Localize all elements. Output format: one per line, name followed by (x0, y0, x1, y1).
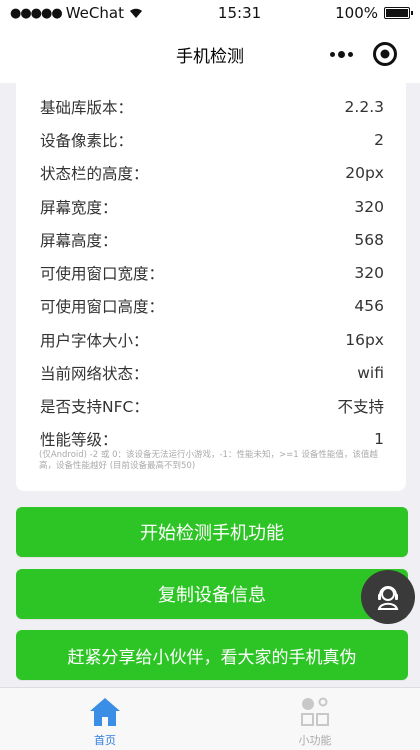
info-label: 用户字体大小： (40, 332, 149, 350)
info-value: 不支持 (337, 398, 384, 416)
info-value: 2 (374, 131, 384, 149)
info-row: 屏幕高度： 568 (40, 228, 384, 252)
performance-note: (仅Android) -2 或 0：该设备无法运行小游戏，-1：性能未知，>=1… (39, 450, 378, 471)
info-label: 基础库版本： (40, 99, 134, 117)
wifi-icon (129, 8, 142, 18)
home-icon (90, 698, 120, 726)
info-value: 16px (345, 331, 384, 349)
info-row: 当前网络状态： wifi (40, 361, 384, 385)
close-miniprogram-icon[interactable] (372, 41, 398, 67)
info-label: 屏幕宽度： (40, 199, 118, 217)
info-label: 是否支持NFC： (40, 398, 149, 416)
carrier-label: WeChat (65, 4, 124, 22)
status-right: 100% (335, 4, 413, 22)
info-label: 性能等级： (40, 431, 118, 449)
nav-bar: 手机检测 (0, 26, 420, 83)
more-menu-icon[interactable] (322, 44, 360, 64)
info-row: 状态栏的高度： 20px (40, 161, 384, 185)
info-value: 320 (354, 198, 384, 216)
tools-grid-icon (301, 697, 329, 726)
share-button[interactable]: 赶紧分享给小伙伴，看大家的手机真伪 (16, 630, 408, 680)
info-label: 屏幕高度： (40, 232, 118, 250)
status-bar: ●●●●● WeChat 15:31 100% (0, 0, 420, 26)
info-row: 设备像素比： 2 (40, 128, 384, 152)
info-row: 可使用窗口高度： 456 (40, 294, 384, 318)
customer-service-button[interactable] (361, 570, 415, 624)
info-value: 1 (374, 430, 384, 448)
customer-service-icon (377, 586, 399, 610)
battery-percent: 100% (335, 4, 378, 22)
info-value: 568 (354, 231, 384, 249)
page-title: 手机检测 (176, 47, 244, 67)
info-value: 2.2.3 (344, 98, 384, 116)
device-info-card: 基础库版本： 2.2.3 设备像素比： 2 状态栏的高度： 20px 屏幕宽度：… (16, 83, 406, 491)
tab-bar: 首页 小功能 (0, 687, 420, 750)
info-row: 性能等级： 1 (40, 427, 384, 451)
start-test-button[interactable]: 开始检测手机功能 (16, 507, 408, 557)
battery-icon (384, 7, 413, 19)
info-row: 屏幕宽度： 320 (40, 195, 384, 219)
tab-home-label: 首页 (94, 734, 116, 747)
info-row: 是否支持NFC： 不支持 (40, 394, 384, 418)
info-value: 20px (345, 164, 384, 182)
tab-tools-label: 小功能 (298, 734, 332, 747)
battery-level (386, 9, 408, 17)
status-left: ●●●●● WeChat (10, 4, 144, 22)
info-value: wifi (357, 364, 384, 382)
info-label: 状态栏的高度： (40, 165, 149, 183)
info-label: 设备像素比： (40, 132, 134, 150)
status-time: 15:31 (217, 4, 262, 22)
info-value: 456 (354, 297, 384, 315)
copy-info-button[interactable]: 复制设备信息 (16, 569, 408, 619)
info-label: 可使用窗口宽度： (40, 265, 165, 283)
info-row: 可使用窗口宽度： 320 (40, 261, 384, 285)
info-row: 基础库版本： 2.2.3 (40, 95, 384, 119)
signal-icon: ●●●●● (10, 5, 63, 21)
info-value: 320 (354, 264, 384, 282)
info-label: 当前网络状态： (40, 365, 149, 383)
tab-home[interactable]: 首页 (0, 688, 210, 750)
tab-tools[interactable]: 小功能 (210, 688, 420, 750)
info-label: 可使用窗口高度： (40, 298, 165, 316)
info-row: 用户字体大小： 16px (40, 328, 384, 352)
